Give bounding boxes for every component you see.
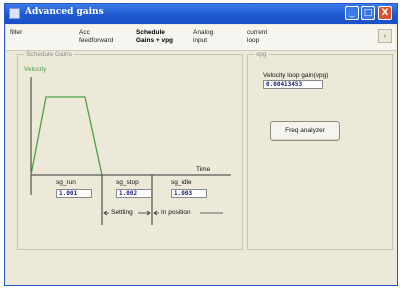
tab-schedule-label-1: Schedule xyxy=(136,29,165,36)
sg-idle-label: sg_idle xyxy=(171,179,192,186)
tab-schedule-label-2: Gains + vpg xyxy=(136,37,174,44)
vpg-gain-label: Velocity loop gain(vpg) xyxy=(263,72,329,79)
schedule-gains-group: Schedule Gains Velocity Time sg_run 1.00… xyxy=(17,51,243,250)
chevron-right-icon: › xyxy=(383,32,387,40)
vpg-title: vpg xyxy=(254,51,269,58)
tab-bar: filter Acc feedforward Schedule Gains + … xyxy=(6,25,396,51)
tab-current-loop[interactable]: current loop xyxy=(247,29,267,45)
settling-label: Settling xyxy=(111,209,133,216)
close-button[interactable]: X xyxy=(378,6,392,20)
advanced-gains-window: Advanced gains _ □ X filter Acc feedforw… xyxy=(4,3,398,286)
title-bar[interactable]: Advanced gains _ □ X xyxy=(5,4,397,24)
freq-analyzer-button[interactable]: Freq analyzer xyxy=(270,121,340,141)
tab-acc-label-1: Acc xyxy=(79,29,90,36)
tab-analog-label-2: input xyxy=(193,37,208,44)
vpg-gain-field[interactable]: 0.00413453 xyxy=(263,80,323,89)
window-title: Advanced gains xyxy=(25,7,104,17)
sg-stop-label: sg_stop xyxy=(116,179,139,186)
tab-filter-label-1: filter xyxy=(10,29,23,36)
tab-current-label-1: current xyxy=(247,29,268,36)
maximize-button[interactable]: □ xyxy=(361,6,375,20)
tab-filter[interactable]: filter xyxy=(10,29,22,37)
sg-run-field[interactable]: 1.001 xyxy=(56,189,92,198)
velocity-profile-diagram xyxy=(30,77,231,225)
sg-idle-field[interactable]: 1.003 xyxy=(171,189,207,198)
tab-acc-feedforward[interactable]: Acc feedforward xyxy=(79,29,113,45)
tab-analog-label-1: Analog xyxy=(193,29,214,36)
tab-schedule-gains[interactable]: Schedule Gains + vpg xyxy=(136,29,173,45)
tab-analog-input[interactable]: Analog input xyxy=(193,29,213,45)
velocity-profile-line xyxy=(30,96,103,176)
tab-acc-label-2: feedforward xyxy=(79,37,114,44)
sg-stop-field[interactable]: 1.002 xyxy=(116,189,152,198)
minimize-button[interactable]: _ xyxy=(345,6,359,20)
in-position-label: In position xyxy=(161,209,191,216)
tab-scroll-button[interactable]: › xyxy=(378,29,392,43)
tab-current-label-2: loop xyxy=(247,37,260,44)
vpg-group: vpg Velocity loop gain(vpg) 0.00413453 F… xyxy=(247,51,393,250)
sg-run-label: sg_run xyxy=(56,179,76,186)
app-icon xyxy=(9,8,20,19)
